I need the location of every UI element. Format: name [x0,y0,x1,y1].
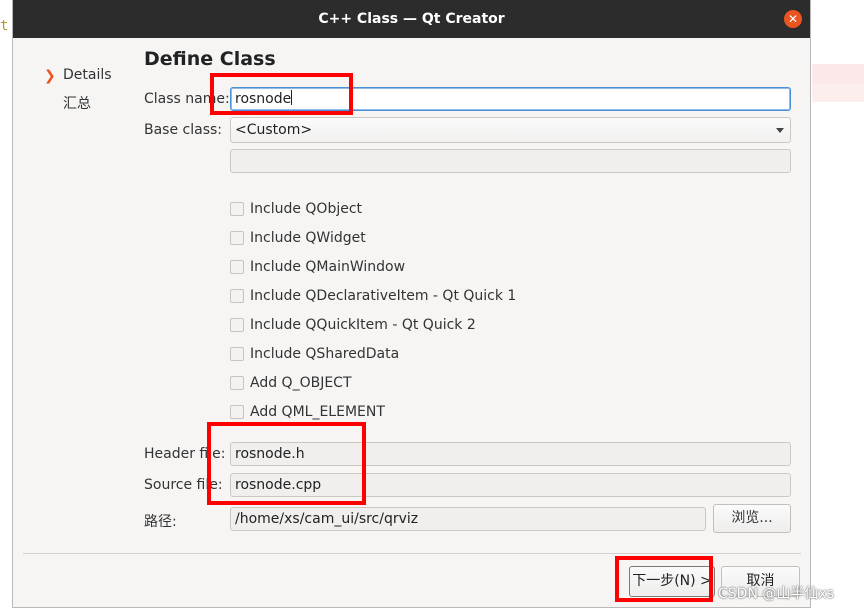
checkbox-include-qdeclarativeitem[interactable]: Include QDeclarativeItem - Qt Quick 1 [230,288,516,304]
background-editor-text: t [0,18,9,34]
custom-base-class-input[interactable] [230,149,791,173]
checkbox-box[interactable] [230,376,244,390]
base-class-combobox[interactable]: <Custom> [230,117,791,143]
checkbox-include-qobject[interactable]: Include QObject [230,201,362,217]
header-file-input[interactable]: rosnode.h [230,442,791,466]
checkbox-box[interactable] [230,289,244,303]
checkbox-include-qmainwindow[interactable]: Include QMainWindow [230,259,405,275]
checkbox-include-qquickitem[interactable]: Include QQuickItem - Qt Quick 2 [230,317,476,333]
close-icon[interactable]: ✕ [784,10,802,28]
checkbox-add-q-object[interactable]: Add Q_OBJECT [230,375,352,391]
page-title: Define Class [144,48,276,70]
nav-step-summary[interactable]: 汇总 [63,93,91,113]
base-class-label: Base class: [144,122,223,138]
checkbox-label: Add Q_OBJECT [250,375,352,391]
checkbox-box[interactable] [230,260,244,274]
class-wizard-dialog: C++ Class — Qt Creator ✕ ❯ Details 汇总 De… [12,0,811,608]
current-step-arrow-icon: ❯ [44,68,56,84]
base-class-value: <Custom> [235,122,313,138]
nav-step-details[interactable]: Details [63,67,112,83]
checkbox-box[interactable] [230,231,244,245]
header-file-label: Header file: [144,446,226,462]
chevron-down-icon [776,128,784,133]
class-name-value: rosnode [235,91,292,107]
divider [23,553,801,554]
wizard-steps-nav: ❯ Details 汇总 [13,38,131,508]
path-label: 路径: [144,514,177,530]
browse-button[interactable]: 浏览... [713,504,791,533]
checkbox-box[interactable] [230,202,244,216]
checkbox-label: Include QObject [250,201,363,217]
checkbox-label: Include QWidget [250,230,366,246]
checkbox-include-qshareddata[interactable]: Include QSharedData [230,346,399,362]
class-name-input[interactable]: rosnode [230,87,791,111]
background-highlight-line [812,84,864,102]
next-button[interactable]: 下一步(N) > [629,566,715,597]
source-file-label: Source file: [144,477,223,493]
window-title: C++ Class — Qt Creator [318,11,505,27]
path-input[interactable]: /home/xs/cam_ui/src/qrviz [230,507,706,531]
title-bar: C++ Class — Qt Creator ✕ [13,0,810,38]
background-highlight-line [812,64,864,84]
class-name-label: Class name: [144,91,230,107]
watermark: CSDN @山半仙xs [718,586,834,602]
checkbox-label: Add QML_ELEMENT [250,404,385,420]
checkbox-label: Include QSharedData [250,346,400,362]
source-file-input[interactable]: rosnode.cpp [230,473,791,497]
checkbox-add-qml-element[interactable]: Add QML_ELEMENT [230,404,385,420]
checkbox-label: Include QDeclarativeItem - Qt Quick 1 [250,288,517,304]
checkbox-box[interactable] [230,405,244,419]
text-cursor [291,90,293,105]
checkbox-include-qwidget[interactable]: Include QWidget [230,230,366,246]
checkbox-box[interactable] [230,318,244,332]
checkbox-box[interactable] [230,347,244,361]
checkbox-label: Include QMainWindow [250,259,406,275]
checkbox-label: Include QQuickItem - Qt Quick 2 [250,317,476,333]
